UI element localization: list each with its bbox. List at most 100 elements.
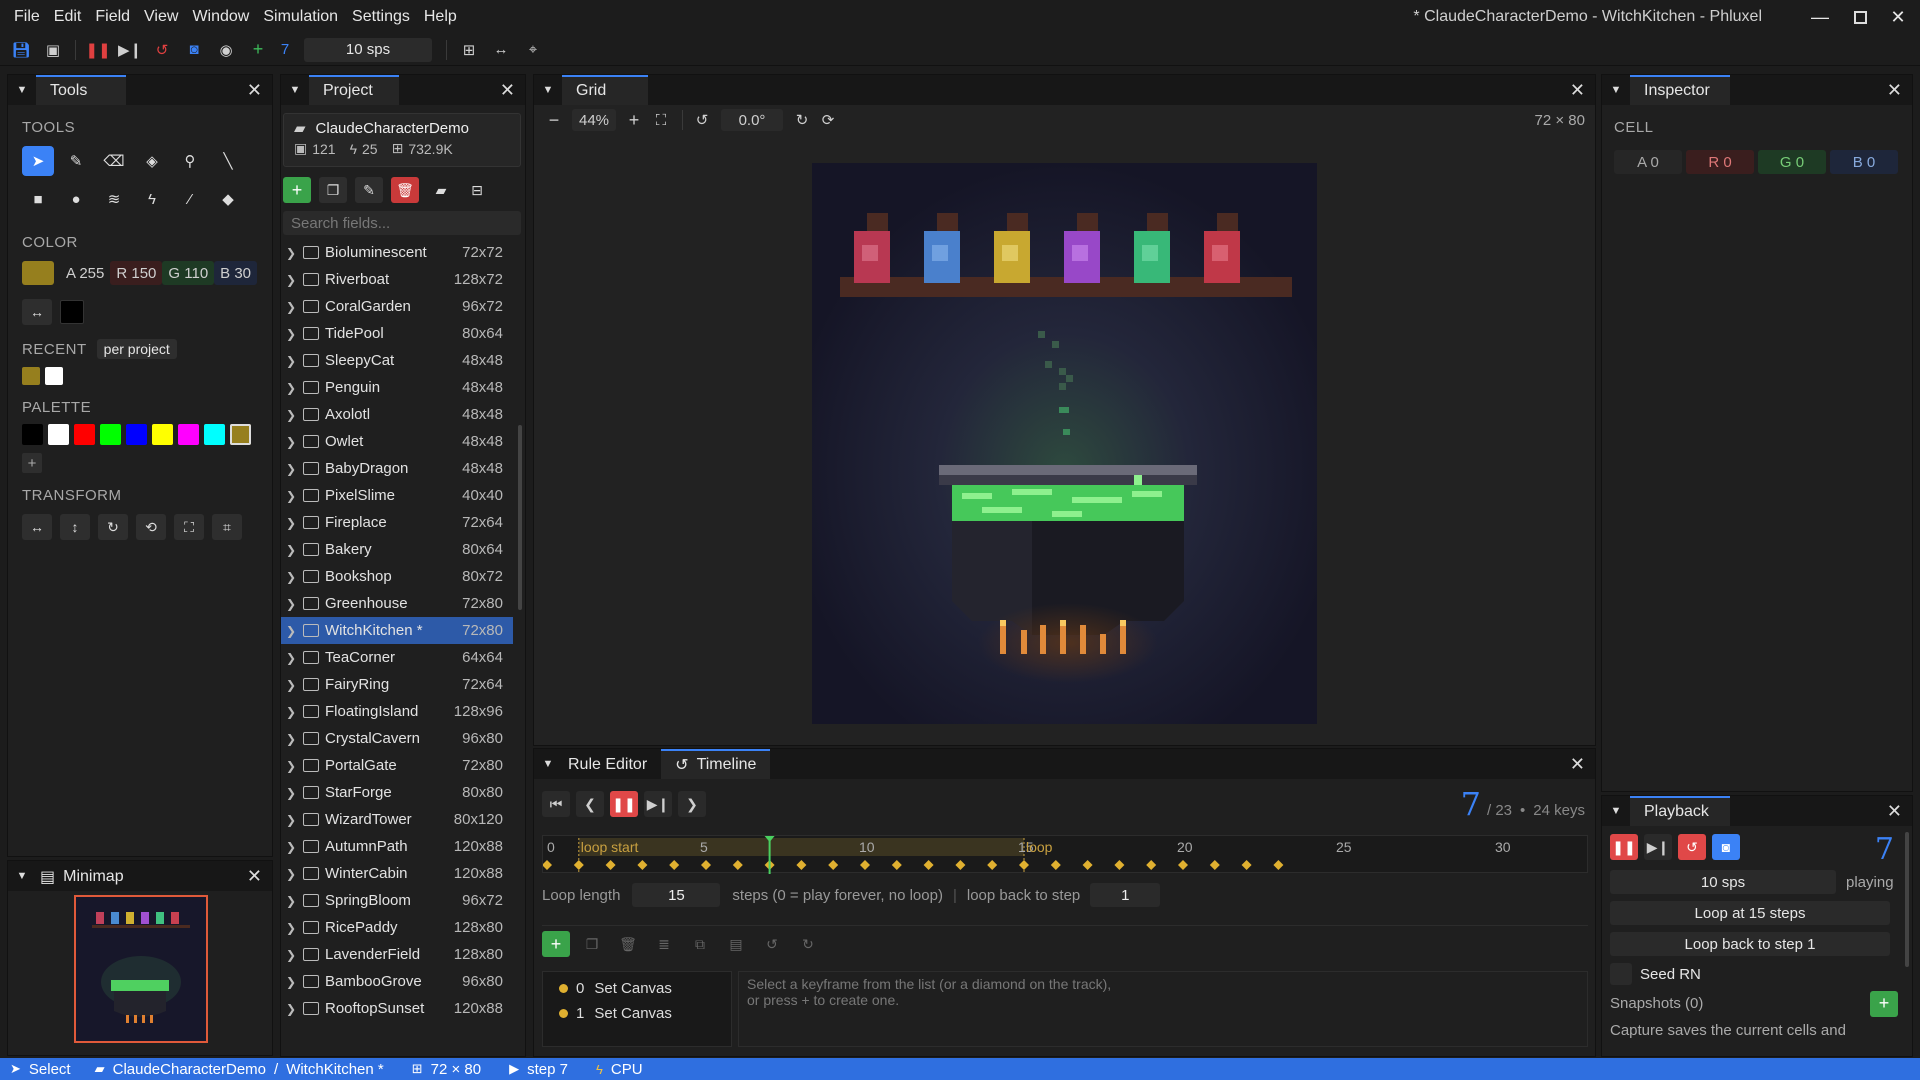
tab-inspector[interactable]: Inspector <box>1630 75 1730 105</box>
tab-tools[interactable]: Tools <box>36 75 126 105</box>
open-folder-icon[interactable]: ▰ <box>427 177 455 203</box>
pencil-tool-icon[interactable]: ✎ <box>60 146 92 176</box>
menu-edit[interactable]: Edit <box>47 0 89 34</box>
field-list-item[interactable]: ❯ FairyRing 72x64 <box>281 671 513 698</box>
keyframe-diamond[interactable] <box>542 860 552 870</box>
rectangle-tool-icon[interactable]: ■ <box>22 184 54 214</box>
keyframe-diamond[interactable] <box>1019 860 1029 870</box>
add-icon[interactable]: + <box>242 36 274 64</box>
chevron-right-icon[interactable]: ❯ <box>281 435 301 449</box>
rotate-left-icon[interactable]: ↺ <box>689 106 715 134</box>
palette-color-swatch[interactable] <box>152 424 173 445</box>
current-color-swatch[interactable] <box>22 261 54 285</box>
keyframe-diamond[interactable] <box>732 860 743 870</box>
close-icon[interactable]: ✕ <box>247 867 262 885</box>
recent-color-swatch[interactable] <box>45 367 63 385</box>
field-list-item[interactable]: ❯ WinterCabin 120x88 <box>281 860 513 887</box>
tab-playback[interactable]: Playback <box>1630 796 1730 826</box>
field-list-item[interactable]: ❯ Riverboat 128x72 <box>281 266 513 293</box>
keyframe-diamond[interactable] <box>1114 860 1125 870</box>
edit-icon[interactable]: ✎ <box>355 177 383 203</box>
palette-color-swatch[interactable] <box>22 424 43 445</box>
field-list-item[interactable]: ❯ LavenderField 128x80 <box>281 941 513 968</box>
field-list-item[interactable]: ❯ Axolotl 48x48 <box>281 401 513 428</box>
field-list-item[interactable]: ❯ Bakery 80x64 <box>281 536 513 563</box>
maximize-button[interactable] <box>1840 0 1880 34</box>
field-list-item[interactable]: ❯ Bioluminescent 72x72 <box>281 239 513 266</box>
reset-icon[interactable]: ↺ <box>1678 834 1706 860</box>
keyframe-diamond[interactable] <box>605 860 616 870</box>
minimap-viewport[interactable] <box>74 895 208 1043</box>
field-list-item[interactable]: ❯ Penguin 48x48 <box>281 374 513 401</box>
field-list-item[interactable]: ❯ WizardTower 80x120 <box>281 806 513 833</box>
zoom-out-icon[interactable]: − <box>542 106 566 134</box>
tab-rule-editor[interactable]: Rule Editor <box>562 749 661 779</box>
rotation-input[interactable]: 0.0° <box>721 109 783 131</box>
layers-icon[interactable]: ≣ <box>650 931 678 957</box>
sps-field[interactable]: 10 sps <box>1610 870 1836 894</box>
secondary-color-swatch[interactable] <box>60 300 84 324</box>
panel-menu-icon[interactable]: ▼ <box>281 75 309 105</box>
field-list-item[interactable]: ❯ SpringBloom 96x72 <box>281 887 513 914</box>
add-snapshot-button[interactable]: + <box>1870 990 1898 1017</box>
camera-icon[interactable]: ◙ <box>178 36 210 64</box>
keyframe-diamond[interactable] <box>796 860 807 870</box>
loop-length-input[interactable]: 15 <box>632 883 721 907</box>
fit-width-icon[interactable]: ↔ <box>485 36 517 64</box>
timeline-track[interactable]: 0 5 10 15 20 25 30 loop start loop <box>542 835 1588 874</box>
search-input[interactable]: Search fields... <box>283 211 521 235</box>
red-value[interactable]: R 150 <box>110 261 163 285</box>
duplicate-keyframe-icon[interactable]: ❐ <box>578 931 606 957</box>
panel-menu-icon[interactable]: ▼ <box>1602 796 1630 826</box>
field-list-item[interactable]: ❯ FloatingIsland 128x96 <box>281 698 513 725</box>
recent-color-swatch[interactable] <box>22 367 40 385</box>
palette-color-swatch[interactable] <box>74 424 95 445</box>
tag-tool-icon[interactable]: ◆ <box>212 184 244 214</box>
chevron-right-icon[interactable]: ❯ <box>281 759 301 773</box>
rotate-right-icon[interactable]: ↻ <box>789 106 815 134</box>
grid-icon[interactable]: ⊞ <box>453 36 485 64</box>
first-step-icon[interactable]: ⏮ <box>542 791 570 817</box>
add-keyframe-button[interactable]: + <box>542 931 570 957</box>
save-all-icon[interactable]: ▣ <box>37 36 69 64</box>
chevron-right-icon[interactable]: ❯ <box>281 732 301 746</box>
field-list-item[interactable]: ❯ PortalGate 72x80 <box>281 752 513 779</box>
keyframe-diamond[interactable] <box>987 860 998 870</box>
chevron-right-icon[interactable]: ❯ <box>281 948 301 962</box>
field-list-item[interactable]: ❯ RooftopSunset 120x88 <box>281 995 513 1022</box>
chevron-right-icon[interactable]: ❯ <box>281 624 301 638</box>
menu-window[interactable]: Window <box>185 0 256 34</box>
menu-field[interactable]: Field <box>88 0 137 34</box>
menu-help[interactable]: Help <box>417 0 464 34</box>
camera-icon[interactable]: ◙ <box>1712 834 1740 860</box>
panel-menu-icon[interactable]: ▼ <box>534 749 562 779</box>
save-icon[interactable]: 💾︎ <box>5 36 37 64</box>
keyframe-diamond[interactable] <box>1050 860 1061 870</box>
keyframe-list-item[interactable]: 1 Set Canvas <box>543 1001 731 1026</box>
pause-icon[interactable]: ❚❚ <box>610 791 638 817</box>
chevron-right-icon[interactable]: ❯ <box>281 975 301 989</box>
fill-tool-icon[interactable]: ◈ <box>136 146 168 176</box>
loop-back-input[interactable]: 1 <box>1090 883 1161 907</box>
chevron-right-icon[interactable]: ❯ <box>281 813 301 827</box>
chevron-right-icon[interactable]: ❯ <box>281 570 301 584</box>
chevron-right-icon[interactable]: ❯ <box>281 489 301 503</box>
loop-back-button[interactable]: Loop back to step 1 <box>1610 932 1890 956</box>
field-list-item[interactable]: ❯ BabyDragon 48x48 <box>281 455 513 482</box>
field-list-item[interactable]: ❯ StarForge 80x80 <box>281 779 513 806</box>
chevron-right-icon[interactable]: ❯ <box>281 408 301 422</box>
eraser-tool-icon[interactable]: ⌫ <box>98 146 130 176</box>
crosshair-icon[interactable]: ⌖ <box>517 36 549 64</box>
status-project[interactable]: ClaudeCharacterDemo <box>113 1061 266 1078</box>
smudge-tool-icon[interactable]: ≋ <box>98 184 130 214</box>
palette-color-swatch[interactable] <box>48 424 69 445</box>
chevron-right-icon[interactable]: ❯ <box>281 840 301 854</box>
keyframe-diamond[interactable] <box>1241 860 1252 870</box>
field-list-item[interactable]: ❯ WitchKitchen * 72x80 <box>281 617 513 644</box>
minimize-button[interactable]: — <box>1800 0 1840 34</box>
add-palette-color-icon[interactable]: + <box>22 453 42 473</box>
copy-icon[interactable]: ⧉ <box>686 931 714 957</box>
fit-screen-icon[interactable]: ⛶ <box>646 106 676 134</box>
status-field[interactable]: WitchKitchen * <box>286 1061 384 1078</box>
field-list-item[interactable]: ❯ CrystalCavern 96x80 <box>281 725 513 752</box>
